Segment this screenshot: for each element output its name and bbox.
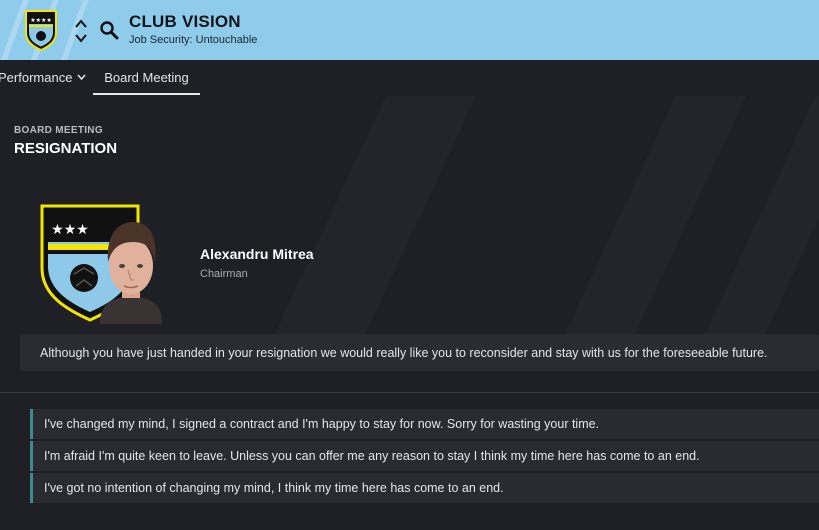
tab-performance[interactable]: Performance xyxy=(0,60,86,96)
tab-board-meeting[interactable]: Board Meeting xyxy=(93,60,200,96)
tab-bar: Performance Board Meeting xyxy=(0,60,819,96)
response-option-label: I've got no intention of changing my min… xyxy=(44,481,504,495)
chairman-message-text: Although you have just handed in your re… xyxy=(40,345,768,360)
section-label: BOARD MEETING xyxy=(14,125,103,136)
chairman-portrait xyxy=(100,222,162,324)
tab-performance-label: Performance xyxy=(0,69,73,85)
search-icon[interactable] xyxy=(99,20,119,40)
nav-arrows-icon[interactable] xyxy=(74,18,88,44)
response-option-label: I'm afraid I'm quite keen to leave. Unle… xyxy=(44,449,700,463)
background-stripe xyxy=(274,96,476,336)
svg-text:★★★★: ★★★★ xyxy=(30,17,52,24)
page-title: CLUB VISION xyxy=(129,12,241,31)
response-option-label: I've changed my mind, I signed a contrac… xyxy=(44,417,600,431)
tab-board-meeting-label: Board Meeting xyxy=(104,69,189,85)
active-tab-indicator xyxy=(93,93,200,95)
club-badge-icon[interactable]: ★★★★ xyxy=(24,9,58,51)
section-title: RESIGNATION xyxy=(14,140,118,157)
background-stripe xyxy=(564,96,746,336)
header-bar: ★★★★ CLUB VISION Job Security: Untouchab… xyxy=(0,0,819,60)
chevron-down-icon xyxy=(77,74,86,80)
speaker-role: Chairman xyxy=(200,268,248,280)
chairman-message: Although you have just handed in your re… xyxy=(20,334,819,371)
response-option[interactable]: I've got no intention of changing my min… xyxy=(30,473,819,503)
job-security-status: Job Security: Untouchable xyxy=(129,34,258,46)
response-option[interactable]: I've changed my mind, I signed a contrac… xyxy=(30,409,819,439)
response-option[interactable]: I'm afraid I'm quite keen to leave. Unle… xyxy=(30,441,819,471)
speaker-name: Alexandru Mitrea xyxy=(200,246,314,262)
svg-text:★★★: ★★★ xyxy=(51,222,89,238)
divider xyxy=(0,392,819,393)
